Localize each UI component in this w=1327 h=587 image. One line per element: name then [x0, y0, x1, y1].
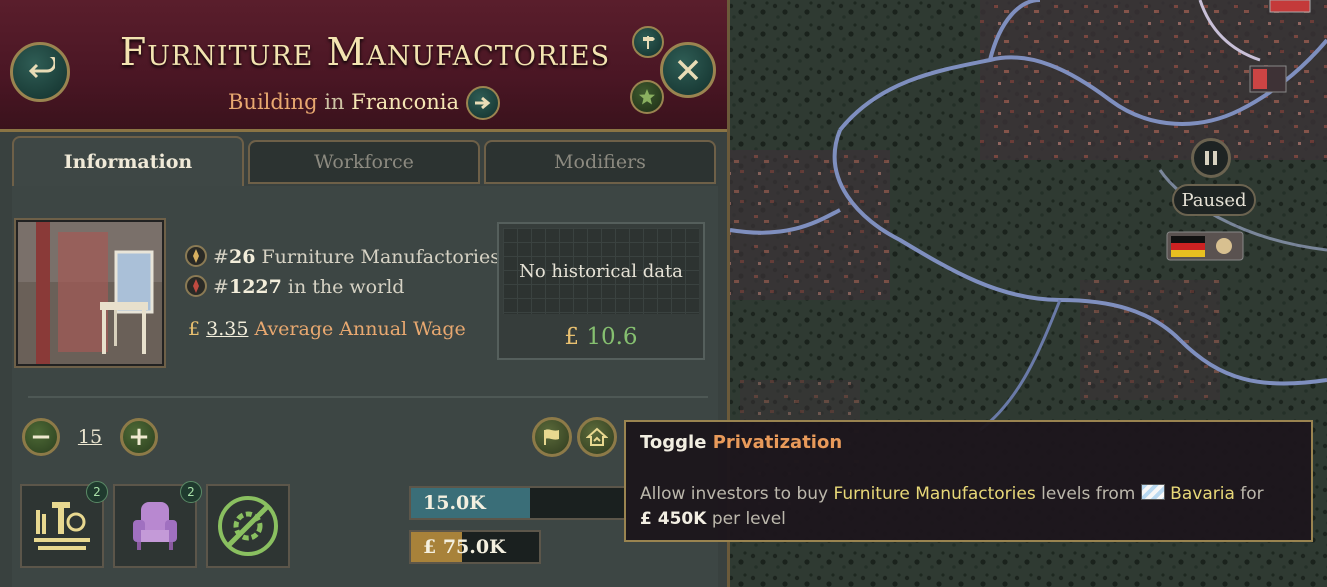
tab-modifiers[interactable]: Modifiers	[484, 140, 716, 184]
building-panel: Furniture Manufactories Building in Fran…	[0, 0, 730, 587]
increase-level-button[interactable]: +	[120, 418, 158, 456]
compass-rank-icon	[185, 245, 207, 267]
world-rank-value: 1227	[228, 276, 282, 298]
no-automation-icon	[218, 496, 278, 556]
tooltip-title: Toggle Privatization	[640, 432, 842, 453]
wage-row: £ 3.35 Average Annual Wage	[188, 318, 466, 340]
building-subtitle: Building in Franconia	[228, 90, 459, 114]
undo-arrow-icon	[28, 57, 55, 79]
go-to-state-button[interactable]	[466, 86, 500, 120]
pause-icon	[1205, 151, 1217, 165]
tooltip-building-name: Furniture Manufactories	[833, 484, 1036, 504]
nationalize-button[interactable]	[532, 417, 572, 457]
production-method-automation-button[interactable]	[206, 484, 290, 568]
cash-reserves-bar-label: £ 75.0K	[423, 536, 506, 558]
furniture-chair-image	[18, 222, 162, 364]
pause-button[interactable]	[1191, 138, 1231, 178]
tooltip-body-text-2: levels from	[1041, 484, 1136, 504]
close-button[interactable]	[660, 42, 716, 98]
building-type-label: Building	[228, 90, 318, 114]
wage-label: Average Annual Wage	[254, 318, 466, 340]
signpost-icon	[643, 36, 655, 49]
machinery-icon	[34, 502, 90, 550]
arrow-right-icon	[475, 96, 491, 110]
wage-value[interactable]: 3.35	[206, 318, 248, 340]
tooltip-body-text-4: per level	[711, 509, 786, 529]
bavaria-flag-icon	[1140, 484, 1165, 500]
tooltip-body-text-3: for	[1240, 484, 1264, 504]
history-amount: 10.6	[586, 324, 638, 350]
tooltip-title-highlight: Privatization	[712, 432, 843, 453]
history-chart-box: No historical data £ 10.6	[497, 222, 705, 360]
state-link[interactable]: Franconia	[351, 90, 459, 114]
production-method-output-badge: 2	[180, 481, 202, 503]
back-button[interactable]	[10, 42, 70, 102]
tooltip-country-name: Bavaria	[1170, 484, 1235, 504]
tab-information[interactable]: Information	[12, 136, 244, 186]
production-method-base-badge: 2	[86, 481, 108, 503]
tab-bar: Information Workforce Modifiers	[12, 136, 718, 186]
section-divider	[28, 396, 708, 398]
world-rank-icon	[185, 275, 207, 297]
no-history-text: No historical data	[519, 261, 683, 282]
country-rank-prefix: #	[213, 246, 229, 268]
flag-icon	[544, 429, 559, 445]
panel-header: Furniture Manufactories Building in Fran…	[0, 0, 727, 132]
tooltip-amount: £ 450K	[640, 509, 707, 529]
history-currency: £	[564, 324, 580, 350]
paused-label: Paused	[1172, 184, 1256, 216]
country-rank-row: #26 Furniture Manufactories	[185, 245, 500, 268]
world-rank-prefix: #	[213, 276, 229, 298]
employment-bar[interactable]: 15.0K	[409, 486, 629, 520]
cash-reserves-bar[interactable]: £ 75.0K	[409, 530, 541, 564]
star-icon	[639, 89, 655, 105]
armchair-icon	[133, 502, 177, 550]
tooltip-body-text-1: Allow investors to buy	[640, 484, 829, 504]
decrease-level-button[interactable]: −	[22, 418, 60, 456]
favorite-button[interactable]	[630, 80, 664, 114]
privatization-tooltip: Toggle Privatization Allow investors to …	[624, 420, 1313, 542]
world-rank-label: in the world	[287, 276, 405, 298]
tooltip-body: Allow investors to buy Furniture Manufac…	[640, 482, 1300, 532]
employment-bar-label: 15.0K	[423, 492, 486, 514]
history-value: £ 10.6	[499, 324, 703, 350]
tab-workforce[interactable]: Workforce	[248, 140, 480, 184]
privatization-toggle-button[interactable]	[577, 417, 617, 457]
tooltip-title-prefix: Toggle	[640, 432, 707, 453]
building-illustration	[16, 220, 164, 366]
subtitle-connector: in	[324, 90, 345, 114]
building-title: Furniture Manufactories	[119, 30, 611, 74]
signpost-button[interactable]	[632, 26, 664, 58]
level-value: 15	[77, 426, 103, 448]
country-rank-value: 26	[228, 246, 256, 268]
currency-symbol: £	[188, 318, 201, 340]
close-icon	[677, 59, 699, 81]
country-rank-label: Furniture Manufactories	[261, 246, 501, 268]
house-arrow-icon	[586, 427, 608, 446]
world-rank-row: #1227 in the world	[185, 275, 404, 298]
